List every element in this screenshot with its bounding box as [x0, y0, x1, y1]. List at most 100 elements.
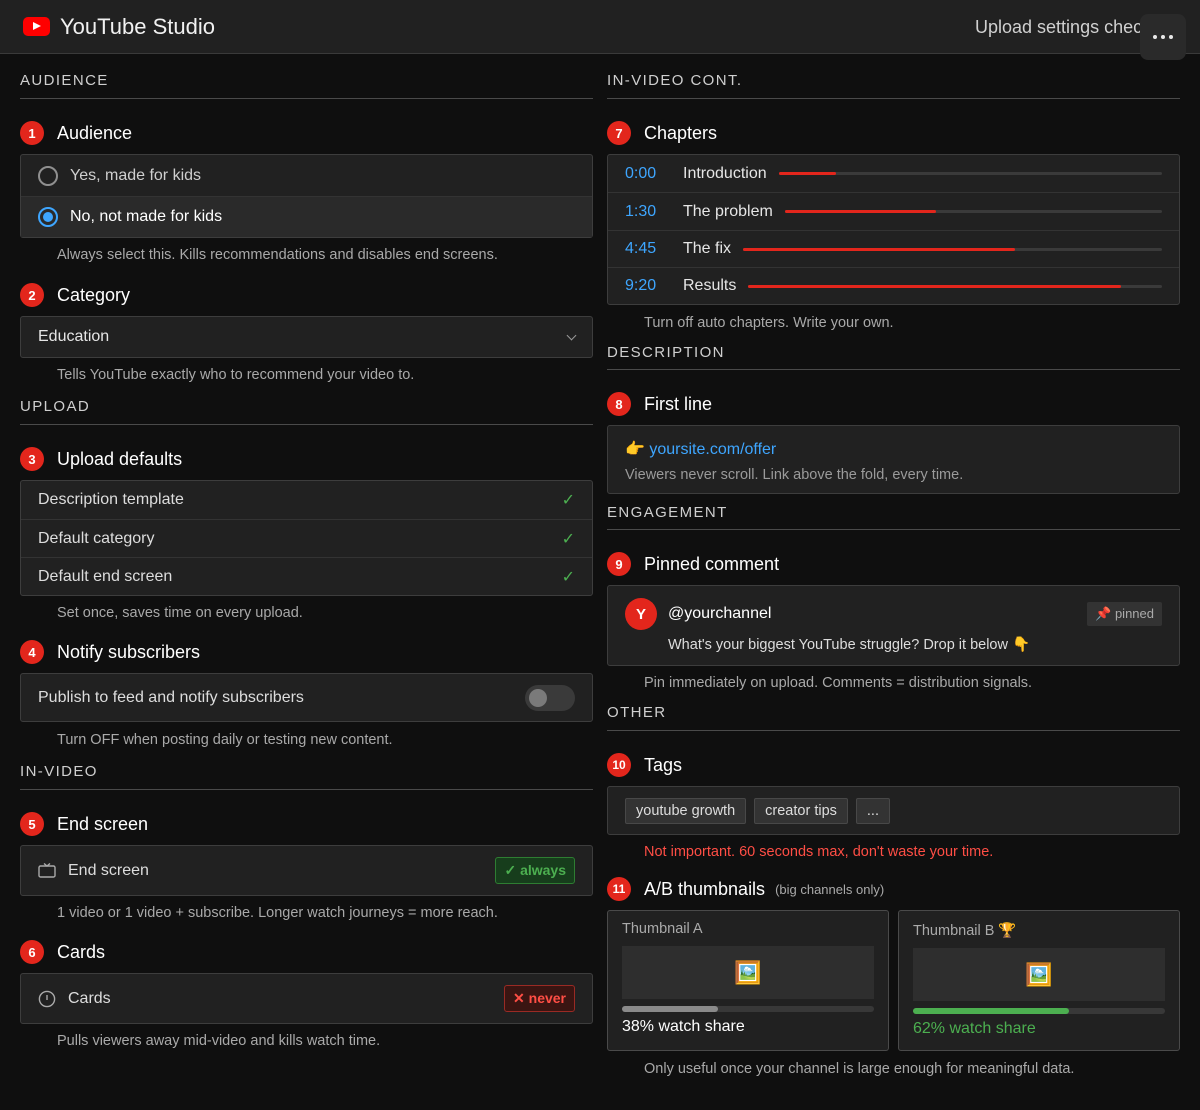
chapter-progress-fill: [748, 284, 1121, 288]
notify-toggle[interactable]: [525, 684, 575, 711]
tv-icon: [38, 863, 56, 878]
tag-chip[interactable]: ...: [855, 797, 890, 824]
item-end-screen-header: 5 End screen: [20, 812, 593, 836]
step-number: 1: [20, 121, 44, 145]
category-note: Tells YouTube exactly who to recommend y…: [57, 367, 415, 383]
chapter-time[interactable]: 4:45: [625, 240, 683, 258]
step-number: 4: [20, 640, 44, 664]
thumbnail-b-card[interactable]: Thumbnail B 🏆 🖼️ 62% watch share: [898, 910, 1180, 1051]
section-in-video-cont: IN-VIDEO CONT.: [607, 54, 1180, 99]
chapter-progress-track: [743, 247, 1162, 251]
notify-label: Publish to feed and notify subscribers: [38, 688, 304, 706]
step-number: 10: [607, 753, 631, 777]
step-number: 5: [20, 812, 44, 836]
chapter-row[interactable]: 9:20 Results: [608, 267, 1179, 304]
cards-box: Cards ✕ never: [20, 973, 593, 1024]
step-number: 7: [607, 121, 631, 145]
step-number: 2: [20, 283, 44, 307]
cards-row[interactable]: Cards ✕ never: [21, 974, 592, 1023]
list-item: Default end screen ✓: [21, 557, 592, 595]
section-in-video: IN-VIDEO: [20, 749, 593, 790]
notify-box: Publish to feed and notify subscribers: [20, 673, 593, 722]
radio-option-not-kids[interactable]: No, not made for kids: [21, 196, 592, 237]
youtube-logo-icon: [23, 17, 50, 36]
item-title: Category: [57, 284, 131, 305]
status-badge: ✓ always: [495, 857, 575, 884]
cards-label: Cards: [68, 989, 111, 1007]
first-line-hint: Viewers never scroll. Link above the fol…: [625, 467, 964, 483]
notify-note: Turn OFF when posting daily or testing n…: [57, 732, 393, 748]
chapter-row[interactable]: 0:00 Introduction: [608, 155, 1179, 192]
first-line-box: 👉 yoursite.com/offer Viewers never scrol…: [607, 425, 1180, 494]
check-icon: ✓: [561, 492, 575, 509]
ab-thumbnails: Thumbnail A 🖼️ 38% watch share Thumbnail…: [607, 910, 1180, 1051]
pinned-badge: 📌 pinned: [1087, 602, 1162, 626]
chapter-row[interactable]: 1:30 The problem: [608, 192, 1179, 230]
right-column: IN-VIDEO CONT. 7 Chapters 0:00 Introduct…: [607, 54, 1180, 1078]
item-category-header: 2 Category: [20, 283, 593, 307]
radio-label: No, not made for kids: [70, 208, 223, 225]
end-screen-box: End screen ✓ always: [20, 845, 593, 896]
watch-share-track: [913, 1008, 1165, 1014]
item-title: First line: [644, 393, 713, 414]
thumbnail-label: Thumbnail A: [622, 921, 703, 937]
chapter-time[interactable]: 1:30: [625, 203, 683, 221]
first-line-content: 👉 yoursite.com/offer: [625, 439, 1162, 459]
chapter-label: Results: [683, 277, 737, 294]
radio-option-yes-kids[interactable]: Yes, made for kids: [21, 155, 592, 196]
image-icon: 🖼️: [622, 946, 874, 999]
watch-share-fill: [622, 1006, 718, 1012]
thumbnail-a-card[interactable]: Thumbnail A 🖼️ 38% watch share: [607, 910, 889, 1051]
list-item-label: Description template: [38, 491, 184, 508]
item-cards-header: 6 Cards: [20, 940, 593, 964]
item-title: Cards: [57, 941, 106, 962]
dot-icon: [1153, 35, 1157, 39]
section-upload: UPLOAD: [20, 384, 593, 425]
dot-icon: [1161, 35, 1165, 39]
notify-row: Publish to feed and notify subscribers: [21, 674, 592, 721]
item-title: Chapters: [644, 122, 718, 143]
dot-icon: [1169, 35, 1173, 39]
page-title: Upload settings checklist: [975, 17, 1140, 37]
tag-chip[interactable]: youtube growth: [625, 797, 747, 824]
list-item: Default category ✓: [21, 519, 592, 557]
chapter-label: The fix: [683, 240, 732, 257]
tag-chip[interactable]: creator tips: [754, 797, 848, 824]
radio-checked-icon[interactable]: [38, 207, 58, 227]
step-number: 11: [607, 877, 631, 901]
item-upload-defaults-header: 3 Upload defaults: [20, 447, 593, 471]
chapter-time[interactable]: 9:20: [625, 277, 683, 295]
chapters-note: Turn off auto chapters. Write your own.: [644, 315, 894, 331]
section-description: DESCRIPTION: [607, 332, 1180, 370]
end-screen-note: 1 video or 1 video + subscribe. Longer w…: [57, 905, 498, 921]
chapter-progress-track: [748, 284, 1162, 288]
app-title: YouTube Studio: [60, 14, 215, 39]
section-audience: AUDIENCE: [20, 54, 593, 99]
info-icon: [38, 990, 56, 1007]
pinned-note: Pin immediately on upload. Comments = di…: [644, 675, 1033, 691]
category-value: Education: [38, 328, 110, 345]
list-item: Description template ✓: [21, 481, 592, 519]
check-icon: ✓: [561, 530, 575, 548]
ab-note: Only useful once your channel is large e…: [644, 1061, 1075, 1077]
item-pinned-header: 9 Pinned comment: [607, 552, 1180, 576]
item-tags-header: 10 Tags: [607, 753, 1180, 777]
item-title: Audience: [57, 122, 133, 143]
chapter-row[interactable]: 4:45 The fix: [608, 230, 1179, 267]
chapter-time[interactable]: 0:00: [625, 165, 683, 183]
radio-unchecked-icon[interactable]: [38, 165, 58, 186]
item-audience-header: 1 Audience: [20, 121, 593, 145]
end-screen-row[interactable]: End screen ✓ always: [21, 846, 592, 895]
end-screen-label: End screen: [68, 861, 149, 879]
chapters-list: 0:00 Introduction 1:30 The problem 4:45 …: [607, 154, 1180, 305]
watch-share-fill: [913, 1008, 1070, 1014]
offer-link[interactable]: yoursite.com/offer: [649, 441, 776, 458]
step-number: 6: [20, 940, 44, 964]
page-title-clip: Upload settings checklist: [940, 0, 1140, 54]
chevron-down-icon: [566, 330, 577, 340]
pinned-comment-box: Y @yourchannel 📌 pinned What's your bigg…: [607, 585, 1180, 666]
audience-note: Always select this. Kills recommendation…: [57, 247, 498, 263]
category-select[interactable]: Education: [20, 316, 593, 358]
section-other: OTHER: [607, 692, 1180, 731]
chapter-progress-track: [778, 172, 1162, 175]
